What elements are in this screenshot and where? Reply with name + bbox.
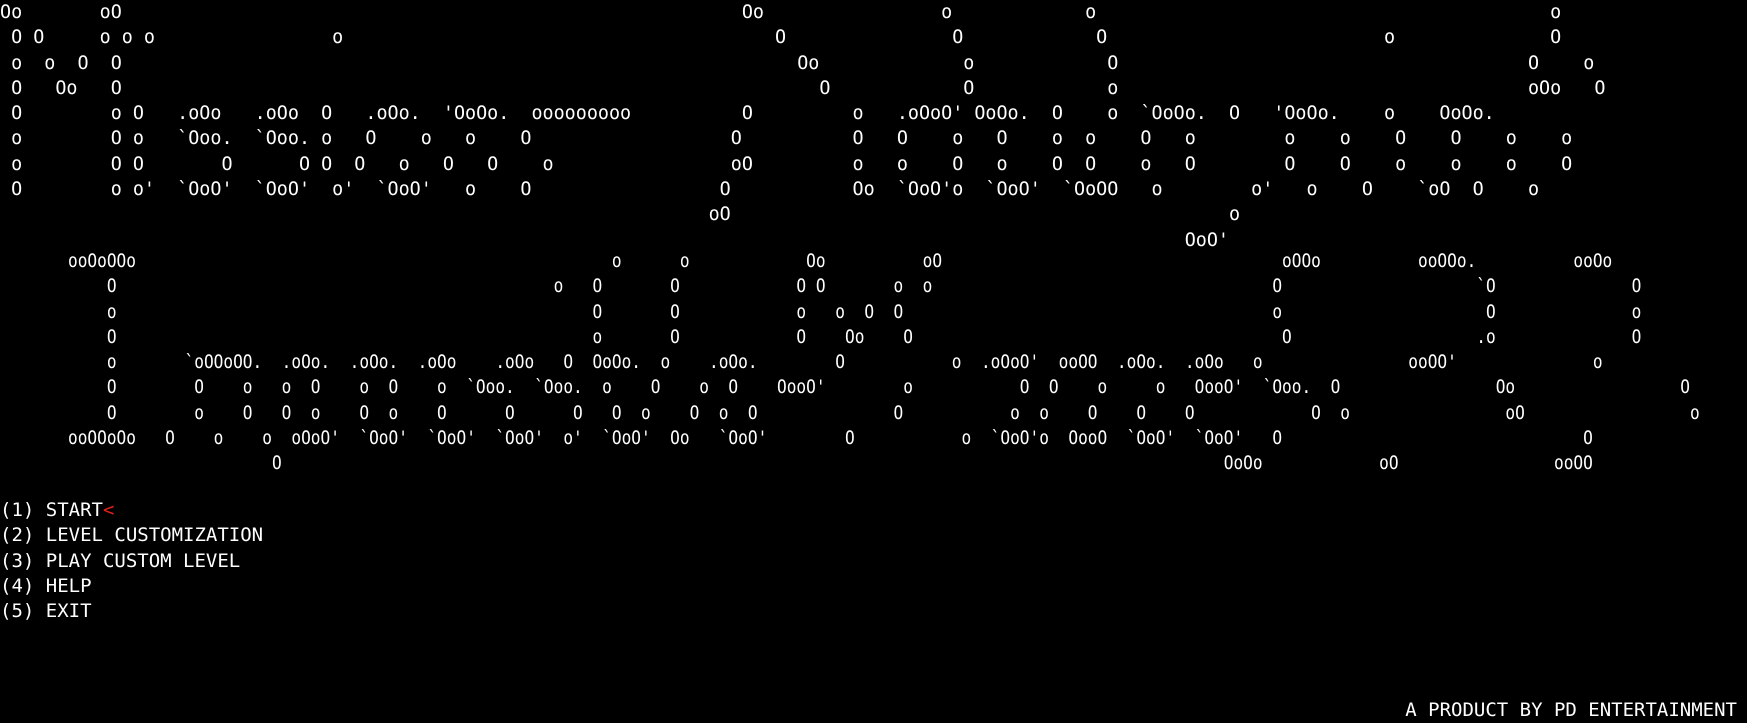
- menu-item-label: (3) PLAY CUSTOM LEVEL: [0, 549, 241, 572]
- menu-item-exit[interactable]: (5) EXIT: [0, 599, 263, 624]
- menu-item-level-customization[interactable]: (2) LEVEL CUSTOMIZATION: [0, 523, 263, 548]
- game-screen: Oo oO Oo o o o O O o o o o O O O o O o o…: [0, 0, 1747, 723]
- menu-item-label: (5) EXIT: [0, 600, 92, 623]
- menu-item-label: (4) HELP: [0, 574, 92, 597]
- main-menu: (1) START< (2) LEVEL CUSTOMIZATION (3) P…: [0, 498, 263, 624]
- menu-item-start[interactable]: (1) START<: [0, 498, 263, 523]
- title-ascii-art-top: Oo oO Oo o o o O O o o o o O O O o O o o…: [0, 2, 1606, 251]
- selection-cursor: <: [102, 499, 115, 521]
- menu-item-label: (2) LEVEL CUSTOMIZATION: [0, 524, 264, 547]
- title-ascii-art-bottom: ooOoOOo o o Oo oO oOOo ooOOo. ooOo O o O…: [67, 251, 1700, 475]
- menu-item-play-custom-level[interactable]: (3) PLAY CUSTOM LEVEL: [0, 549, 263, 574]
- menu-item-label: (1) START: [0, 499, 103, 521]
- footer-credit: A PRODUCT BY PD ENTERTAINMENT: [1405, 699, 1737, 721]
- menu-item-help[interactable]: (4) HELP: [0, 574, 263, 599]
